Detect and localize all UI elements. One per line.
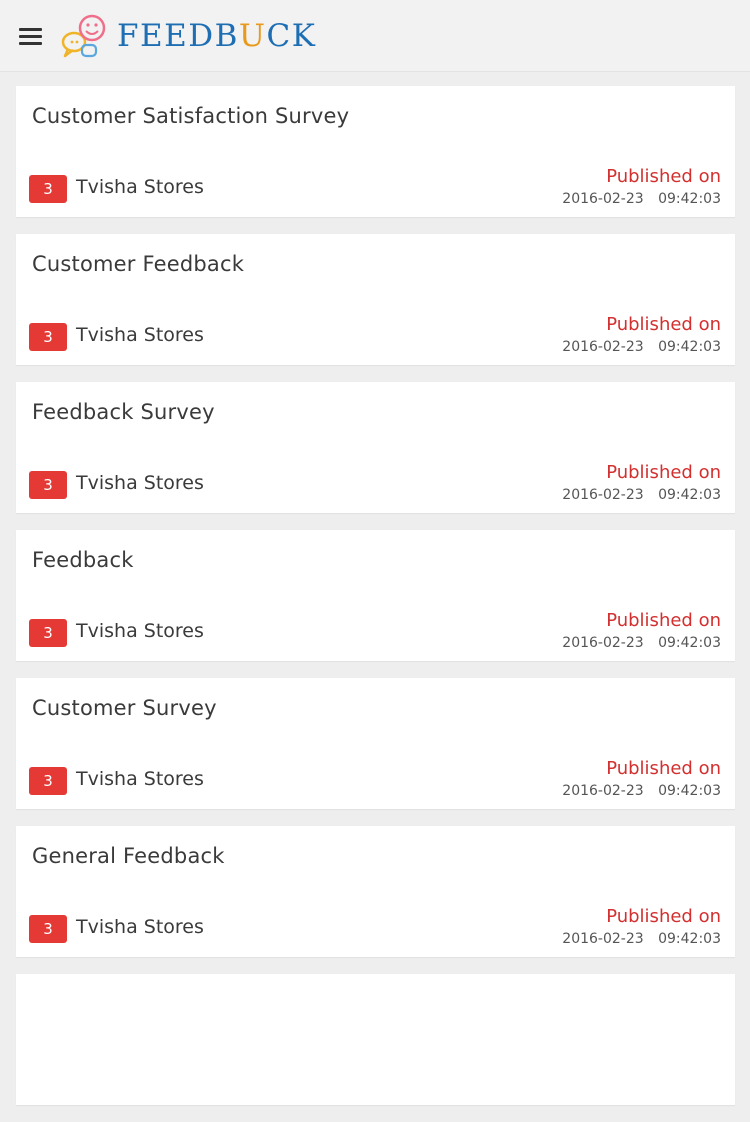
published-datetime: 2016-02-23 09:42:03: [562, 635, 721, 651]
count-badge: 3: [29, 767, 67, 795]
published-datetime: 2016-02-23 09:42:03: [562, 931, 721, 947]
published-datetime: 2016-02-23 09:42:03: [562, 339, 721, 355]
survey-card[interactable]: Customer Feedback 3 Tvisha Stores Publis…: [16, 234, 735, 365]
store-name: Tvisha Stores: [76, 620, 204, 642]
published-label: Published on: [606, 758, 721, 779]
survey-title: Customer Survey: [32, 696, 217, 720]
published-label: Published on: [606, 906, 721, 927]
count-badge: 3: [29, 323, 67, 351]
survey-title: Feedback: [32, 548, 134, 572]
count-badge: 3: [29, 619, 67, 647]
store-name: Tvisha Stores: [76, 768, 204, 790]
published-datetime: 2016-02-23 09:42:03: [562, 783, 721, 799]
count-badge: 3: [29, 471, 67, 499]
speech-bubbles-smiley-icon: [61, 14, 106, 58]
survey-card[interactable]: Feedback Survey 3 Tvisha Stores Publishe…: [16, 382, 735, 513]
survey-card[interactable]: Feedback 3 Tvisha Stores Published on 20…: [16, 530, 735, 661]
published-datetime: 2016-02-23 09:42:03: [562, 487, 721, 503]
published-label: Published on: [606, 610, 721, 631]
survey-card[interactable]: Customer Satisfaction Survey 3 Tvisha St…: [16, 86, 735, 217]
store-name: Tvisha Stores: [76, 916, 204, 938]
published-datetime: 2016-02-23 09:42:03: [562, 191, 721, 207]
survey-title: Customer Satisfaction Survey: [32, 104, 350, 128]
survey-card-partial[interactable]: [16, 974, 735, 1105]
store-name: Tvisha Stores: [76, 176, 204, 198]
survey-title: Feedback Survey: [32, 400, 215, 424]
published-label: Published on: [606, 314, 721, 335]
survey-list: Customer Satisfaction Survey 3 Tvisha St…: [16, 86, 735, 1122]
published-label: Published on: [606, 166, 721, 187]
survey-title: General Feedback: [32, 844, 225, 868]
app-logo: FEEDBUCK: [60, 12, 320, 60]
hamburger-menu-icon[interactable]: [19, 28, 42, 45]
store-name: Tvisha Stores: [76, 324, 204, 346]
survey-card[interactable]: General Feedback 3 Tvisha Stores Publish…: [16, 826, 735, 957]
survey-title: Customer Feedback: [32, 252, 245, 276]
count-badge: 3: [29, 175, 67, 203]
store-name: Tvisha Stores: [76, 472, 204, 494]
published-label: Published on: [606, 462, 721, 483]
survey-card[interactable]: Customer Survey 3 Tvisha Stores Publishe…: [16, 678, 735, 809]
count-badge: 3: [29, 915, 67, 943]
app-logo-text: FEEDBUCK: [117, 18, 317, 54]
app-bar: FEEDBUCK: [0, 0, 750, 72]
